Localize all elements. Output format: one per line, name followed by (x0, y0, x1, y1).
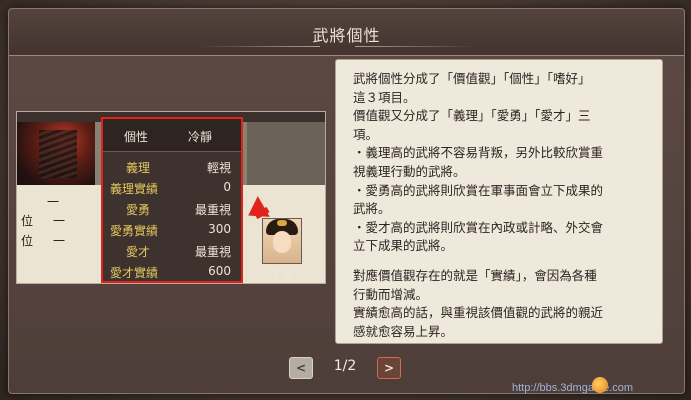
pager: < 1/2 > (289, 357, 401, 379)
description-box: 武將個性分成了「價值觀」「個性」「嗜好」 這３項目。 價值觀又分成了「義理」「愛… (335, 59, 663, 344)
stat-value-aisai-record: 600 (208, 264, 231, 278)
card-row-value: 一 (53, 214, 66, 228)
stat-label-giri: 義理 (126, 161, 151, 175)
page-indicator: 1/2 (333, 358, 357, 374)
card-side-strip (247, 122, 325, 185)
dialog-title: 武將個性 (312, 26, 381, 45)
stat-label-aisai-record: 愛才實績 (110, 266, 159, 280)
prev-page-button[interactable]: < (289, 357, 313, 379)
stat-label-aiyu-record: 愛勇實績 (110, 224, 159, 238)
description-line: 這３項目。 (353, 89, 416, 105)
stat-value-giri: 輕視 (206, 161, 231, 175)
description-line: ・義理高的武將不容易背叛，另外比較欣賞重 (353, 145, 604, 161)
stat-label-giri-record: 義理實績 (110, 182, 159, 196)
description-line: 行動而增減。 (353, 286, 429, 302)
avatar-ornament (277, 220, 287, 226)
description-line: 實績愈高的話，與重視該價值觀的武將的親近 (353, 305, 604, 321)
avatar-face (273, 231, 291, 253)
next-page-button[interactable]: > (377, 357, 401, 379)
description-line: 武將。 (353, 201, 391, 217)
stat-value-giri-record: 0 (223, 180, 231, 194)
description-line: 感就愈容易上昇。 (353, 323, 454, 339)
stats-header: 個性 冷靜 (103, 119, 241, 152)
description-line: ・愛才高的武將則欣賞在內政或計略、外交會 (353, 219, 604, 235)
card-row-label: 位 (21, 214, 34, 228)
title-divider-left (200, 46, 320, 47)
card-portrait-art (17, 122, 95, 185)
stat-label-aisai: 愛才 (126, 245, 151, 259)
stat-value-aiyu-record: 300 (208, 222, 231, 236)
description-line: 價值觀又分成了「義理」「愛勇」「愛才」三 (353, 108, 591, 124)
stat-value-aiyu: 最重視 (194, 203, 231, 217)
stat-value-aisai: 最重視 (194, 245, 231, 259)
description-line: 立下成果的武將。 (353, 238, 454, 254)
description-line: 視義理行動的武將。 (353, 164, 466, 179)
watermark-logo-icon (592, 377, 608, 393)
description-line: 對應價值觀存在的就是「實績」，會因為各種 (353, 268, 597, 283)
description-line: 武將個性分成了「價值觀」「個性」「嗜好」 (353, 71, 591, 86)
card-row-label: 位 (21, 234, 34, 248)
title-bar: 武將個性 (9, 9, 684, 56)
personality-stats-box: 個性 冷靜 義理 輕視 義理實績 0 愛勇 最重視 愛勇實績 300 愛才 最重… (101, 117, 243, 283)
description-line: 項。 (353, 126, 379, 142)
personality-value: 冷靜 (188, 130, 213, 144)
card-row-value: 一 (53, 234, 66, 248)
description-line: ・愛勇高的武將則欣賞在軍事面會立下成果的 (353, 182, 604, 198)
watermark-text: http://bbs.3dmgame.com (512, 382, 634, 394)
character-name: 卞氏 (269, 267, 294, 281)
title-divider-right (355, 46, 475, 47)
stat-label-aiyu: 愛勇 (126, 203, 151, 217)
character-avatar[interactable] (262, 218, 302, 264)
card-dash: 一 (47, 195, 60, 209)
personality-label: 個性 (124, 130, 149, 144)
